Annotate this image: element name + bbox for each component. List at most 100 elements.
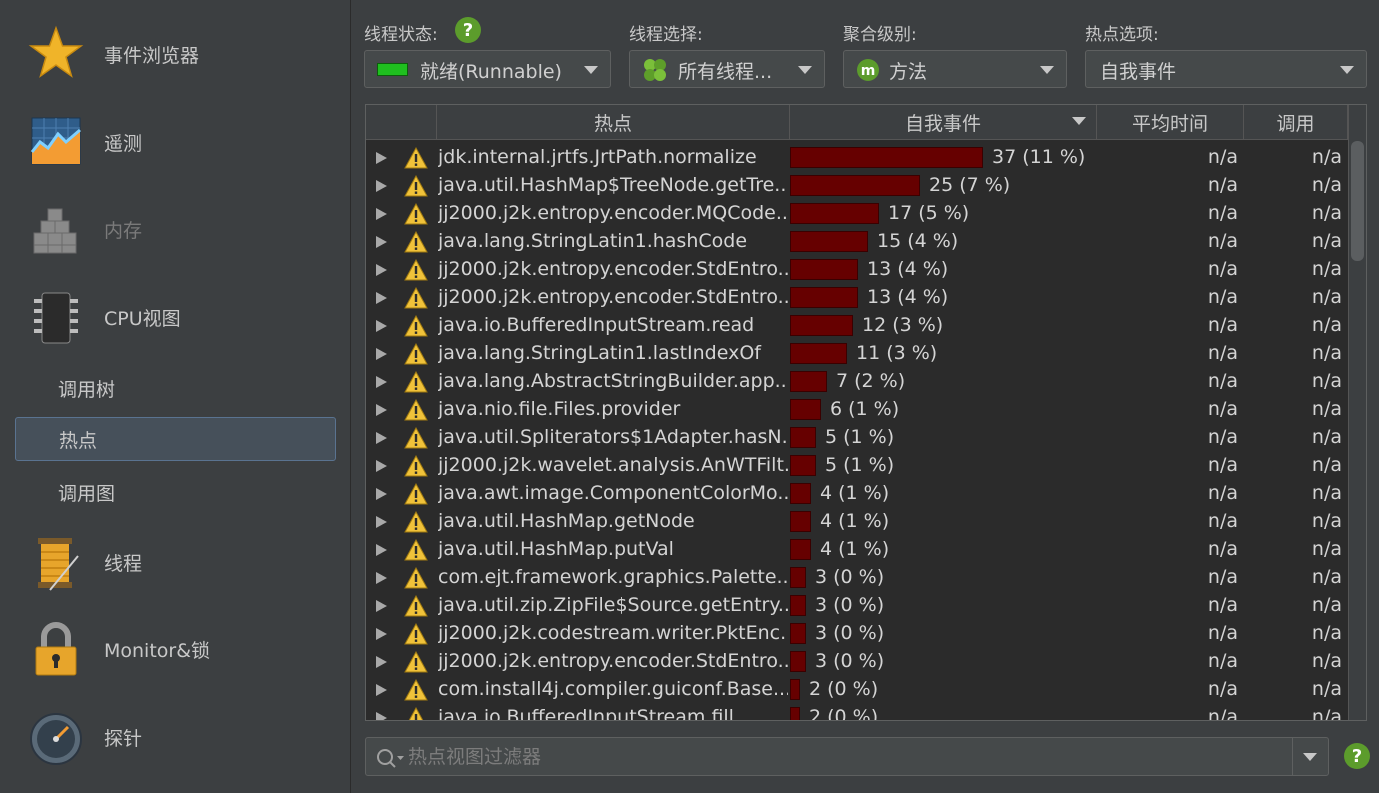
average-time-value: n/a: [1207, 622, 1238, 644]
expand-triangle-icon[interactable]: [376, 544, 387, 556]
average-time-value: n/a: [1207, 678, 1238, 700]
average-time-value: n/a: [1207, 398, 1238, 420]
aggregation-level-combo[interactable]: m 方法: [843, 50, 1067, 88]
nav-telemetry[interactable]: 遥测: [0, 102, 351, 182]
invocations-value: n/a: [1311, 202, 1342, 224]
table-row[interactable]: java.awt.image.ComponentColorMo... 4 (1 %…: [366, 480, 1348, 508]
average-time-value: n/a: [1207, 314, 1238, 336]
self-events-bar: [790, 427, 816, 448]
thread-state-label: 线程状态:: [364, 25, 438, 45]
aggregation-level-label: 聚合级别:: [843, 25, 917, 45]
column-header-invocations[interactable]: 调用: [1244, 105, 1348, 140]
invocations-value: n/a: [1311, 650, 1342, 672]
self-events-value: 3 (0 %): [815, 650, 885, 672]
expand-triangle-icon[interactable]: [376, 656, 387, 668]
expand-triangle-icon[interactable]: [376, 180, 387, 192]
expand-triangle-icon[interactable]: [376, 348, 387, 360]
self-events-bar: [790, 483, 811, 504]
warning-icon: [404, 399, 428, 421]
expand-triangle-icon[interactable]: [376, 572, 387, 584]
table-row[interactable]: java.io.BufferedInputStream.read 12 (3 %)…: [366, 312, 1348, 340]
self-events-value: 3 (0 %): [815, 622, 885, 644]
column-header-average-time[interactable]: 平均时间: [1097, 105, 1244, 140]
expand-triangle-icon[interactable]: [376, 488, 387, 500]
table-row[interactable]: jdk.internal.jrtfs.JrtPath.normalize 37 (…: [366, 144, 1348, 172]
table-row[interactable]: java.util.HashMap$TreeNode.getTre... 25 (…: [366, 172, 1348, 200]
warning-icon: [404, 175, 428, 197]
expand-triangle-icon[interactable]: [376, 292, 387, 304]
table-row[interactable]: java.lang.StringLatin1.lastIndexOf 11 (3 …: [366, 340, 1348, 368]
nav-label: 遥测: [104, 132, 143, 155]
hot-spot-name: com.install4j.compiler.guiconf.Base...: [438, 678, 788, 700]
table-row[interactable]: java.nio.file.Files.provider 6 (1 %) n/a n/…: [366, 396, 1348, 424]
table-row[interactable]: jj2000.j2k.wavelet.analysis.AnWTFilt... 5…: [366, 452, 1348, 480]
table-row[interactable]: java.util.Spliterators$1Adapter.hasN... 5…: [366, 424, 1348, 452]
scrollbar-thumb[interactable]: [1351, 141, 1364, 261]
nav-call-tree[interactable]: 调用树: [15, 366, 336, 410]
table-row[interactable]: com.ejt.framework.graphics.Palette... 3 (…: [366, 564, 1348, 592]
expand-triangle-icon[interactable]: [376, 712, 387, 720]
expand-triangle-icon[interactable]: [376, 404, 387, 416]
expand-triangle-icon[interactable]: [376, 236, 387, 248]
expand-triangle-icon[interactable]: [376, 320, 387, 332]
self-events-bar: [790, 651, 806, 672]
expand-triangle-icon[interactable]: [376, 460, 387, 472]
nav-call-graph[interactable]: 调用图: [15, 470, 336, 514]
table-row[interactable]: jj2000.j2k.entropy.encoder.StdEntro... 3 …: [366, 648, 1348, 676]
expand-triangle-icon[interactable]: [376, 684, 387, 696]
invocations-value: n/a: [1311, 258, 1342, 280]
self-events-value: 4 (1 %): [820, 482, 890, 504]
table-row[interactable]: jj2000.j2k.entropy.encoder.StdEntro... 13…: [366, 284, 1348, 312]
table-row[interactable]: jj2000.j2k.entropy.encoder.StdEntro... 13…: [366, 256, 1348, 284]
column-header-self-events[interactable]: 自我事件: [790, 105, 1097, 140]
table-row[interactable]: java.lang.AbstractStringBuilder.app... 7 …: [366, 368, 1348, 396]
expand-triangle-icon[interactable]: [376, 600, 387, 612]
table-row[interactable]: java.util.zip.ZipFile$Source.getEntry...…: [366, 592, 1348, 620]
invocations-value: n/a: [1311, 286, 1342, 308]
table-row[interactable]: java.util.HashMap.putVal 4 (1 %) n/a n/a: [366, 536, 1348, 564]
table-row[interactable]: java.io.BufferedInputStream.fill 2 (0 %) n…: [366, 704, 1348, 720]
hot-spot-name: java.awt.image.ComponentColorMo...: [438, 482, 788, 504]
table-row[interactable]: jj2000.j2k.codestream.writer.PktEnc... 3 …: [366, 620, 1348, 648]
sort-descending-icon: [1072, 117, 1086, 125]
help-icon[interactable]: ?: [455, 17, 481, 43]
nav-memory[interactable]: 内存: [0, 189, 351, 269]
chevron-down-icon: [1303, 753, 1317, 761]
hot-spots-table: 热点 自我事件 平均时间 调用 jdk.internal.jrtfs.JrtPa…: [365, 104, 1367, 721]
nav-cpu-views[interactable]: CPU视图: [0, 277, 351, 357]
nav-label: CPU视图: [104, 307, 181, 330]
table-row[interactable]: java.lang.StringLatin1.hashCode 15 (4 %) n…: [366, 228, 1348, 256]
table-row[interactable]: com.install4j.compiler.guiconf.Base... 2 …: [366, 676, 1348, 704]
thread-state-combo[interactable]: 就绪(Runnable): [364, 50, 611, 88]
nav-event-browser[interactable]: 事件浏览器: [0, 14, 351, 94]
expand-triangle-icon[interactable]: [376, 376, 387, 388]
nav-hot-spots[interactable]: 热点: [15, 417, 336, 461]
average-time-value: n/a: [1207, 342, 1238, 364]
expand-triangle-icon[interactable]: [376, 628, 387, 640]
nav-probes[interactable]: 探针: [0, 697, 351, 777]
thread-group-icon: [644, 59, 666, 81]
average-time-value: n/a: [1207, 370, 1238, 392]
hot-spot-options-combo[interactable]: 自我事件: [1085, 50, 1367, 88]
filter-input[interactable]: [408, 742, 1288, 772]
self-events-bar: [790, 203, 879, 224]
expand-triangle-icon[interactable]: [376, 208, 387, 220]
hot-spot-name: jj2000.j2k.entropy.encoder.StdEntro...: [438, 258, 788, 280]
filter-history-dropdown[interactable]: [1292, 738, 1328, 775]
hot-spot-name: java.lang.StringLatin1.hashCode: [438, 230, 748, 252]
expand-triangle-icon[interactable]: [376, 432, 387, 444]
nav-threads[interactable]: 线程: [0, 522, 351, 602]
table-row[interactable]: java.util.HashMap.getNode 4 (1 %) n/a n/a: [366, 508, 1348, 536]
search-icon[interactable]: [376, 748, 406, 768]
help-icon[interactable]: ?: [1344, 743, 1370, 769]
nav-monitors-locks[interactable]: Monitor&锁: [0, 609, 351, 689]
self-events-bar: [790, 287, 858, 308]
expand-triangle-icon[interactable]: [376, 264, 387, 276]
table-row[interactable]: jj2000.j2k.entropy.encoder.MQCode... 17 (…: [366, 200, 1348, 228]
expand-triangle-icon[interactable]: [376, 516, 387, 528]
vertical-scrollbar[interactable]: [1348, 105, 1366, 720]
thread-selection-combo[interactable]: 所有线程...: [629, 50, 825, 88]
expand-triangle-icon[interactable]: [376, 152, 387, 164]
column-header-hot-spot[interactable]: 热点: [437, 105, 790, 140]
self-events-bar: [790, 567, 806, 588]
